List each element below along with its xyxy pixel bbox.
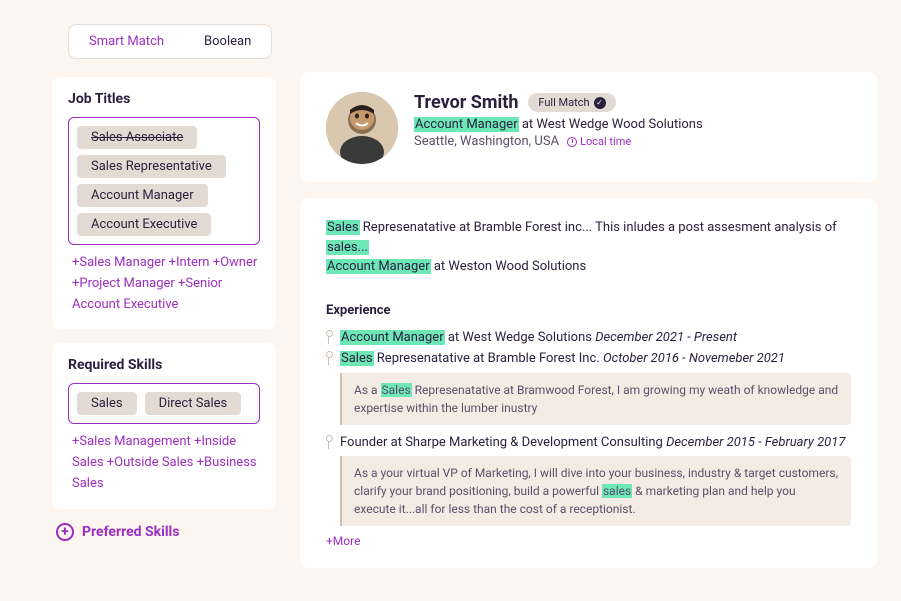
tab-smart-match[interactable]: Smart Match xyxy=(69,25,184,58)
profile-summary: Sales Represenatative at Bramble Forest … xyxy=(326,218,851,277)
local-time[interactable]: Local time xyxy=(567,135,631,148)
tab-boolean[interactable]: Boolean xyxy=(184,25,271,58)
plus-circle-icon: + xyxy=(56,523,74,541)
preferred-skills-button[interactable]: + Preferred Skills xyxy=(56,523,276,541)
skills-chipbox[interactable]: Sales Direct Sales xyxy=(68,383,260,424)
skill-suggestions[interactable]: +Sales Management +Inside Sales +Outside… xyxy=(68,432,260,494)
search-mode-tabs: Smart Match Boolean xyxy=(68,24,272,59)
experience-heading: Experience xyxy=(326,303,851,318)
profile-card: Trevor Smith Full Match ✓ Account Manage… xyxy=(300,72,877,182)
experience-item: Sales Represenatative at Bramble Forest … xyxy=(326,349,851,369)
chip-skill[interactable]: Direct Sales xyxy=(145,392,242,415)
job-titles-panel: Job Titles Sales Associate Sales Represe… xyxy=(52,77,276,329)
chip-job-title[interactable]: Account Manager xyxy=(77,184,208,207)
job-titles-chipbox[interactable]: Sales Associate Sales Representative Acc… xyxy=(68,117,260,245)
chip-skill[interactable]: Sales xyxy=(77,392,137,415)
experience-item: Founder at Sharpe Marketing & Developmen… xyxy=(326,433,851,453)
experience-item: Account Manager at West Wedge Solutions … xyxy=(326,328,851,348)
experience-description: As a Sales Represenatative at Bramwood F… xyxy=(340,373,851,425)
preferred-skills-label: Preferred Skills xyxy=(82,524,179,540)
check-icon: ✓ xyxy=(594,97,606,109)
chip-job-title[interactable]: Account Executive xyxy=(77,213,211,236)
chip-job-title[interactable]: Sales Representative xyxy=(77,155,226,178)
more-button[interactable]: +More xyxy=(326,534,851,548)
profile-role: Account Manager at West Wedge Wood Solut… xyxy=(414,117,703,132)
job-title-suggestions[interactable]: +Sales Manager +Intern +Owner +Project M… xyxy=(68,253,260,315)
required-skills-heading: Required Skills xyxy=(68,357,260,373)
chip-job-title[interactable]: Sales Associate xyxy=(77,126,197,149)
experience-description: As a your virtual VP of Marketing, I wil… xyxy=(340,456,851,526)
job-titles-heading: Job Titles xyxy=(68,91,260,107)
clock-icon xyxy=(567,137,577,147)
profile-location: Seattle, Washington, USA xyxy=(414,134,559,149)
detail-card: Sales Represenatative at Bramble Forest … xyxy=(300,198,877,568)
avatar xyxy=(326,92,398,164)
required-skills-panel: Required Skills Sales Direct Sales +Sale… xyxy=(52,343,276,508)
profile-name: Trevor Smith xyxy=(414,92,518,113)
match-badge: Full Match ✓ xyxy=(528,93,615,112)
